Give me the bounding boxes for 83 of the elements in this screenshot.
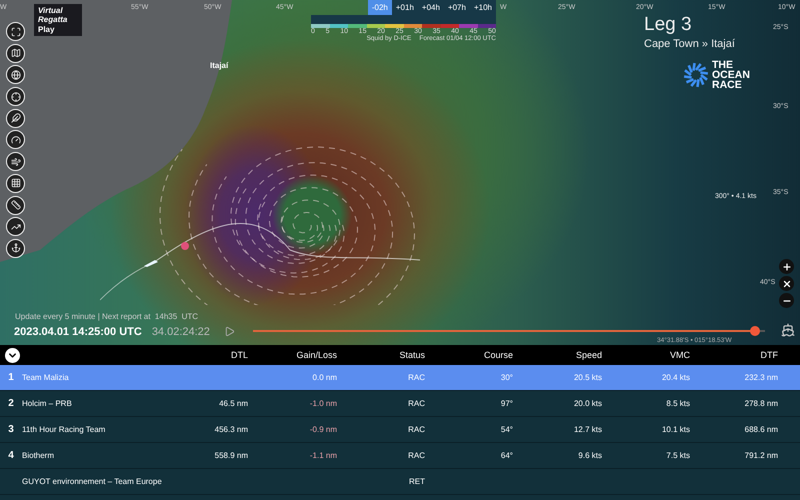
team-name: Team Malizia <box>22 373 70 382</box>
brand-text: THE <box>712 60 733 70</box>
table-cell-text: 791.2 nm <box>744 451 778 460</box>
team-name: Biotherm <box>22 451 56 460</box>
logo-play-text: Play <box>38 25 56 34</box>
plus-icon <box>782 262 792 272</box>
zoom-in-button[interactable] <box>779 259 794 274</box>
gauge-icon <box>10 134 20 145</box>
column-header[interactable]: Course <box>425 350 513 360</box>
rank-cell-text: 3 <box>7 424 15 435</box>
table-cell-text: 54° <box>500 425 513 434</box>
table-cell-text: RAC <box>407 425 425 434</box>
globe-icon <box>10 70 20 80</box>
wind-map[interactable] <box>0 0 800 345</box>
place-label: Itajaí <box>210 61 228 70</box>
table-cell-text: 278.8 nm <box>744 399 778 408</box>
logo-text: Regatta <box>38 15 68 24</box>
table-cell-text: 9.6 kts <box>577 451 602 460</box>
logo-text: Virtual <box>38 6 64 15</box>
table-cell-text: 20.0 kts <box>572 399 602 408</box>
table-cell-text: 232.3 nm <box>744 373 778 382</box>
update-note: Update every 5 minute | Next report at 14h35 UTC <box>15 312 198 321</box>
column-header[interactable]: VMC <box>602 350 690 360</box>
brand-text: RACE <box>712 80 743 90</box>
table-cell-text: 46.5 nm <box>218 399 248 408</box>
rank-cell-text: 1 <box>7 372 15 383</box>
ship-button[interactable] <box>781 323 795 337</box>
table-cell-text: 8.5 kts <box>665 399 690 408</box>
table-cell-text: RAC <box>407 451 425 460</box>
ruler-icon <box>10 200 20 210</box>
table-cell-text: 30° <box>500 373 513 382</box>
play-button[interactable] <box>224 326 235 337</box>
crosshair-icon <box>10 92 20 102</box>
table-cell-text: -1.0 nm <box>308 399 337 408</box>
column-header[interactable]: DTF <box>690 350 778 360</box>
boat-icon[interactable] <box>143 259 159 268</box>
table-cell-text: 12.7 kts <box>572 425 602 434</box>
table-cell-text: 558.9 nm <box>214 451 248 460</box>
table-cell-text: 0.0 nm <box>312 373 337 382</box>
leg-title: Leg 3 <box>644 14 693 36</box>
fullscreen-icon <box>10 26 20 36</box>
table-cell-text: -1.1 nm <box>308 451 337 460</box>
team-name: 11th Hour Racing Team <box>22 425 106 434</box>
race-date: 2023.04.01 14:25:00 UTC <box>14 326 142 338</box>
rank-cell-text: 2 <box>7 398 15 409</box>
table-cell-text: RAC <box>407 373 425 382</box>
rank-cell-text: 4 <box>7 450 15 461</box>
chart-icon <box>10 222 20 232</box>
column-header[interactable]: Speed <box>513 350 602 360</box>
zoom-out-button[interactable] <box>779 293 794 308</box>
table-cell-text: -0.9 nm <box>308 425 337 434</box>
table-cell-text: 20.4 kts <box>660 373 690 382</box>
column-header[interactable]: Status <box>337 350 425 360</box>
column-header[interactable]: Gain/Loss <box>248 350 337 360</box>
grid-icon <box>10 178 20 188</box>
table-cell-text: 688.6 nm <box>744 425 778 434</box>
sunburst-logo-icon <box>683 60 709 90</box>
ship-icon <box>781 323 795 337</box>
table-cell-text: RAC <box>407 399 425 408</box>
brand-text: OCEAN <box>712 70 750 80</box>
team-name: Holcim – PRB <box>22 399 73 408</box>
timeline-thumb[interactable] <box>750 326 760 336</box>
table-cell-text: 97° <box>500 399 513 408</box>
table-cell-text: 456.3 nm <box>214 425 248 434</box>
table-cell-text: RET <box>408 477 425 486</box>
close-button[interactable] <box>779 276 794 291</box>
leg-route: Cape Town » Itajaí <box>644 38 735 50</box>
table-cell-text: 64° <box>500 451 513 460</box>
play-icon <box>224 326 235 337</box>
feather-icon <box>10 113 20 124</box>
team-name: GUYOT environnement – Team Europe <box>22 477 160 486</box>
table-cell-text: 10.1 kts <box>660 425 690 434</box>
column-header[interactable]: DTL <box>160 350 248 360</box>
map-icon <box>10 48 20 58</box>
close-icon <box>782 278 792 288</box>
anchor-icon <box>10 243 20 254</box>
boat-marker-icon[interactable] <box>180 241 190 251</box>
table-cell-text: 7.5 kts <box>665 451 690 460</box>
elapsed-time: 34.02:24:22 <box>152 326 210 338</box>
virtual-regatta-logo[interactable]: Virtual Regatta Play <box>34 4 82 36</box>
collapse-button[interactable] <box>5 348 20 362</box>
wind-icon <box>10 156 20 167</box>
table-cell-text: 20.5 kts <box>572 373 602 382</box>
